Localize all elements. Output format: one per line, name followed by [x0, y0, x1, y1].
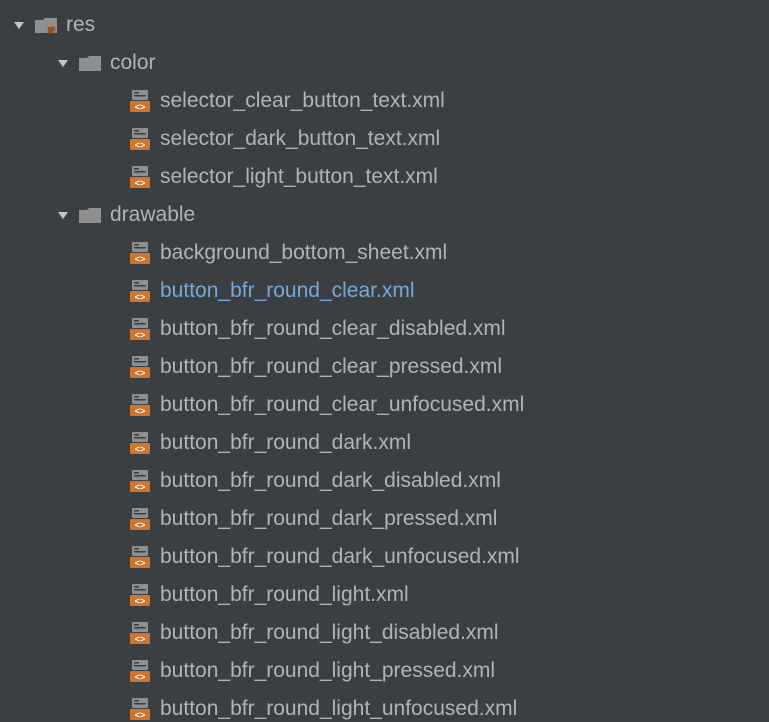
- svg-text:<>: <>: [135, 635, 146, 645]
- chevron-down-icon[interactable]: [10, 19, 28, 31]
- xml-icon: <>: [126, 469, 154, 493]
- file-name: button_bfr_round_light_disabled.xml: [160, 621, 499, 645]
- tree-file[interactable]: <> button_bfr_round_dark_unfocused.xml: [6, 538, 769, 576]
- file-name: selector_light_button_text.xml: [160, 165, 438, 189]
- svg-text:<>: <>: [135, 407, 146, 417]
- tree-file[interactable]: <> button_bfr_round_clear_disabled.xml: [6, 310, 769, 348]
- file-name: selector_clear_button_text.xml: [160, 89, 445, 113]
- xml-icon: <>: [126, 431, 154, 455]
- xml-icon: <>: [126, 89, 154, 113]
- xml-icon: <>: [126, 545, 154, 569]
- file-name: button_bfr_round_light_pressed.xml: [160, 659, 495, 683]
- tree-folder-color[interactable]: color: [6, 44, 769, 82]
- tree-file[interactable]: <> button_bfr_round_dark_disabled.xml: [6, 462, 769, 500]
- file-name: button_bfr_round_dark.xml: [160, 431, 411, 455]
- svg-text:<>: <>: [135, 369, 146, 379]
- xml-icon: <>: [126, 393, 154, 417]
- svg-text:<>: <>: [135, 521, 146, 531]
- tree-file[interactable]: <> button_bfr_round_light_pressed.xml: [6, 652, 769, 690]
- svg-text:<>: <>: [135, 559, 146, 569]
- tree-file[interactable]: <> selector_dark_button_text.xml: [6, 120, 769, 158]
- file-name: background_bottom_sheet.xml: [160, 241, 447, 265]
- xml-icon: <>: [126, 507, 154, 531]
- svg-text:<>: <>: [135, 711, 146, 721]
- xml-icon: <>: [126, 279, 154, 303]
- xml-icon: <>: [126, 659, 154, 683]
- svg-text:<>: <>: [135, 483, 146, 493]
- svg-text:<>: <>: [135, 331, 146, 341]
- svg-text:<>: <>: [135, 445, 146, 455]
- chevron-down-icon[interactable]: [54, 57, 72, 69]
- xml-icon: <>: [126, 317, 154, 341]
- svg-text:<>: <>: [135, 293, 146, 303]
- xml-icon: <>: [126, 241, 154, 265]
- file-name: selector_dark_button_text.xml: [160, 127, 440, 151]
- tree-file[interactable]: <> button_bfr_round_light_disabled.xml: [6, 614, 769, 652]
- tree-file[interactable]: <> button_bfr_round_dark_pressed.xml: [6, 500, 769, 538]
- svg-text:<>: <>: [135, 597, 146, 607]
- chevron-down-icon[interactable]: [54, 209, 72, 221]
- file-name: button_bfr_round_light.xml: [160, 583, 409, 607]
- tree-file[interactable]: <> button_bfr_round_light_unfocused.xml: [6, 690, 769, 722]
- xml-icon: <>: [126, 127, 154, 151]
- tree-file[interactable]: <> button_bfr_round_dark.xml: [6, 424, 769, 462]
- folder-icon: [76, 205, 104, 225]
- file-name: button_bfr_round_clear.xml: [160, 279, 415, 303]
- xml-icon: <>: [126, 355, 154, 379]
- svg-text:<>: <>: [135, 103, 146, 113]
- svg-text:<>: <>: [135, 179, 146, 189]
- svg-text:<>: <>: [135, 255, 146, 265]
- svg-text:<>: <>: [135, 141, 146, 151]
- tree-folder-res[interactable]: res: [6, 6, 769, 44]
- file-name: button_bfr_round_clear_pressed.xml: [160, 355, 502, 379]
- tree-file[interactable]: <> button_bfr_round_clear_pressed.xml: [6, 348, 769, 386]
- tree-file[interactable]: <> selector_clear_button_text.xml: [6, 82, 769, 120]
- xml-icon: <>: [126, 697, 154, 721]
- tree-file[interactable]: <> button_bfr_round_clear.xml: [6, 272, 769, 310]
- file-name: button_bfr_round_dark_disabled.xml: [160, 469, 501, 493]
- file-name: button_bfr_round_clear_unfocused.xml: [160, 393, 524, 417]
- folder-label: res: [66, 13, 95, 37]
- folder-label: color: [110, 51, 156, 75]
- folder-icon: [76, 53, 104, 73]
- svg-text:<>: <>: [135, 673, 146, 683]
- file-name: button_bfr_round_clear_disabled.xml: [160, 317, 506, 341]
- folder-label: drawable: [110, 203, 195, 227]
- tree-file[interactable]: <> selector_light_button_text.xml: [6, 158, 769, 196]
- xml-icon: <>: [126, 621, 154, 645]
- file-name: button_bfr_round_dark_pressed.xml: [160, 507, 497, 531]
- file-name: button_bfr_round_dark_unfocused.xml: [160, 545, 520, 569]
- project-tree: res color <> selector_clear_button_text.…: [0, 0, 769, 722]
- tree-folder-drawable[interactable]: drawable: [6, 196, 769, 234]
- folder-res-icon: [32, 15, 60, 35]
- tree-file[interactable]: <> button_bfr_round_clear_unfocused.xml: [6, 386, 769, 424]
- tree-file[interactable]: <> background_bottom_sheet.xml: [6, 234, 769, 272]
- xml-icon: <>: [126, 583, 154, 607]
- tree-file[interactable]: <> button_bfr_round_light.xml: [6, 576, 769, 614]
- xml-icon: <>: [126, 165, 154, 189]
- file-name: button_bfr_round_light_unfocused.xml: [160, 697, 517, 721]
